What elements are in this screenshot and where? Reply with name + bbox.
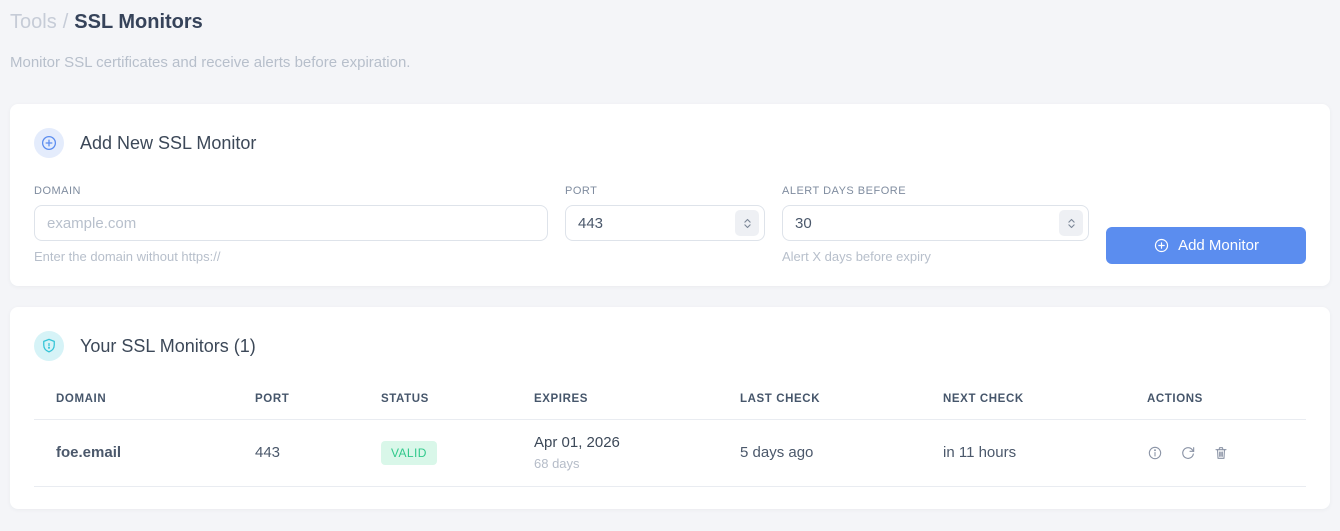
- breadcrumb-tools-link[interactable]: Tools: [10, 11, 57, 33]
- col-header-domain: DOMAIN: [34, 385, 233, 420]
- row-actions: [1147, 445, 1306, 461]
- status-badge: VALID: [381, 440, 437, 465]
- delete-button[interactable]: [1213, 445, 1229, 461]
- col-header-expires: EXPIRES: [512, 385, 718, 420]
- monitor-expires-days: 68 days: [534, 456, 580, 471]
- table-row: foe.email 443 VALID Apr 01, 2026 68 days…: [34, 419, 1306, 487]
- page-title: SSL Monitors: [74, 11, 203, 33]
- col-header-next-check: NEXT CHECK: [921, 385, 1125, 420]
- info-icon: [1148, 446, 1162, 459]
- monitors-card-header: Your SSL Monitors (1): [34, 331, 1306, 361]
- col-header-last-check: LAST CHECK: [718, 385, 921, 420]
- port-stepper chevron-up-down-icon[interactable]: [735, 210, 759, 236]
- breadcrumb-separator: /: [62, 11, 69, 33]
- add-monitor-button-label: Add Monitor: [1178, 237, 1259, 254]
- refresh-button[interactable]: [1180, 445, 1196, 461]
- port-label: PORT: [565, 185, 598, 197]
- alert-days-stepper chevron-up-down-icon[interactable]: [1059, 210, 1083, 236]
- add-monitor-card-header: Add New SSL Monitor: [34, 128, 1306, 158]
- alert-days-input[interactable]: [782, 205, 1089, 241]
- domain-input[interactable]: [34, 205, 548, 241]
- monitor-last-check: 5 days ago: [718, 419, 921, 487]
- page-subtitle: Monitor SSL certificates and receive ale…: [10, 54, 411, 71]
- col-header-port: PORT: [233, 385, 359, 420]
- monitor-port: 443: [233, 419, 359, 487]
- port-field-group: PORT: [565, 185, 765, 241]
- monitors-table: DOMAIN PORT STATUS EXPIRES LAST CHECK NE…: [34, 385, 1306, 487]
- monitors-card: Your SSL Monitors (1) DOMAIN PORT STATUS…: [10, 307, 1330, 509]
- info-button[interactable]: [1147, 445, 1163, 461]
- plus-circle-icon: [1154, 238, 1169, 253]
- alert-days-helper-text: Alert X days before expiry: [782, 249, 931, 264]
- col-header-actions: ACTIONS: [1125, 385, 1306, 420]
- domain-field-group: DOMAIN Enter the domain without https://: [34, 185, 548, 264]
- monitor-domain: foe.email: [34, 419, 233, 487]
- monitors-card-title: Your SSL Monitors (1): [80, 335, 256, 356]
- add-monitor-card-title: Add New SSL Monitor: [80, 132, 257, 153]
- plus-circle-icon: [34, 128, 64, 158]
- alert-days-field-group: ALERT DAYS BEFORE Alert X days before ex…: [782, 185, 1089, 264]
- monitor-next-check[interactable]: in 11 hours: [921, 419, 1125, 487]
- add-monitor-button[interactable]: Add Monitor: [1106, 227, 1306, 264]
- trash-icon: [1215, 446, 1227, 459]
- ssl-monitors-page: Tools / SSL Monitors Monitor SSL certifica…: [0, 0, 1340, 509]
- refresh-icon: [1182, 446, 1195, 459]
- col-header-status: STATUS: [359, 385, 512, 420]
- alert-days-label: ALERT DAYS BEFORE: [782, 185, 907, 197]
- add-monitor-card: Add New SSL Monitor DOMAIN Enter the dom…: [10, 104, 1330, 286]
- add-monitor-form: DOMAIN Enter the domain without https://…: [34, 185, 1306, 264]
- table-header-row: DOMAIN PORT STATUS EXPIRES LAST CHECK NE…: [34, 385, 1306, 420]
- monitor-expires-date: Apr 01, 2026: [534, 434, 620, 451]
- shield-icon: [34, 331, 64, 361]
- breadcrumb: Tools / SSL Monitors: [10, 8, 1330, 36]
- domain-helper-text: Enter the domain without https://: [34, 249, 221, 264]
- domain-label: DOMAIN: [34, 185, 81, 197]
